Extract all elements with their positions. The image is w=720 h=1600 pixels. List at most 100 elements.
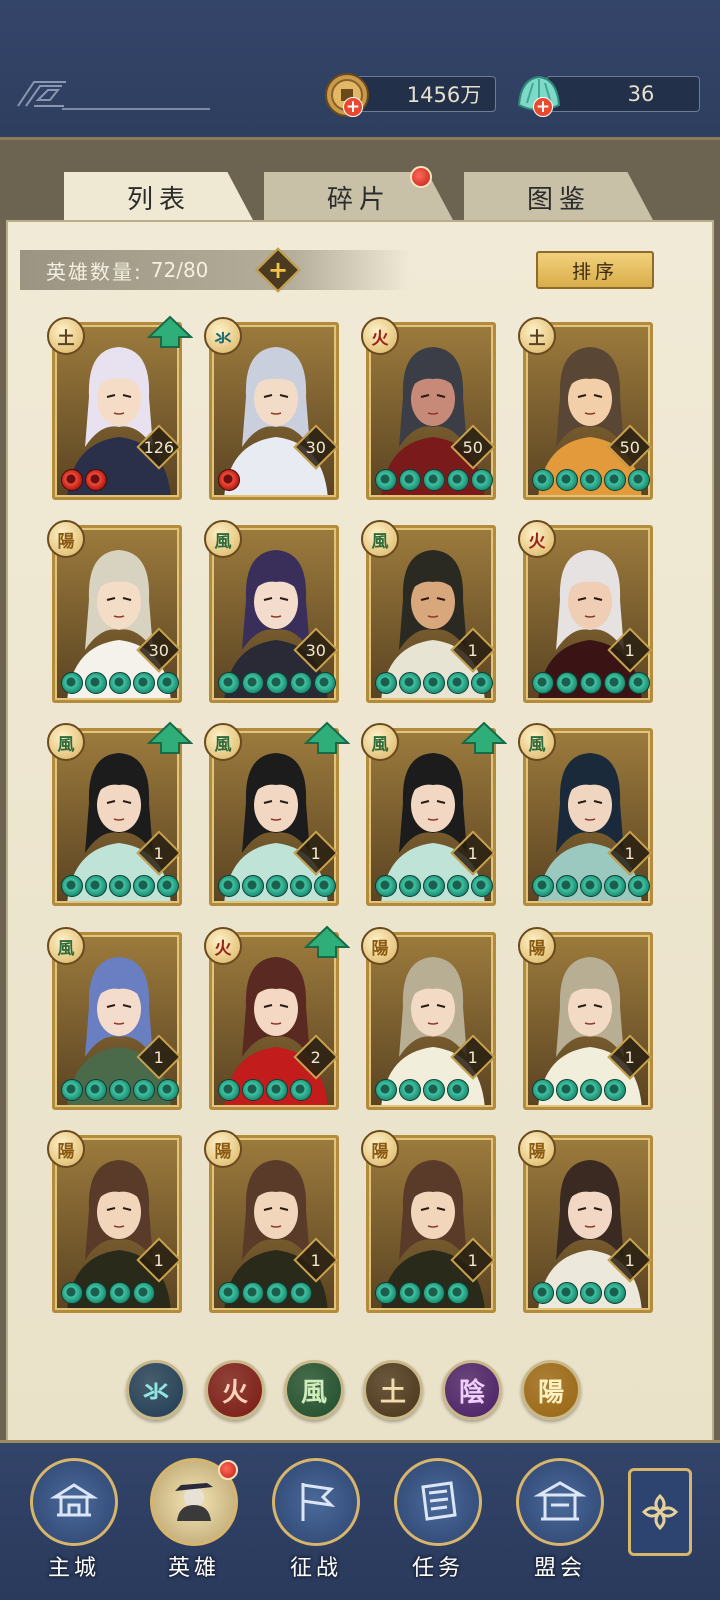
star-coin-icon	[61, 469, 83, 491]
hero-star-rating	[375, 1282, 469, 1308]
star-coin-icon	[604, 469, 626, 491]
star-coin-icon	[61, 672, 83, 694]
nav-icon-circle	[516, 1458, 604, 1546]
tab-atlas[interactable]: 图鉴	[464, 172, 654, 222]
hero-level: 50	[619, 437, 641, 457]
hero-star-rating	[375, 875, 493, 901]
star-coin-icon	[157, 672, 179, 694]
star-coin-icon	[218, 469, 240, 491]
hero-star-rating	[218, 875, 336, 901]
star-coin-icon	[604, 672, 626, 694]
hero-card[interactable]: 風1	[47, 721, 193, 906]
hero-card[interactable]: 氺 30	[204, 317, 339, 500]
star-coin-icon	[61, 1079, 83, 1101]
star-coin-icon	[290, 875, 312, 897]
filter-earth-button[interactable]: 土	[363, 1360, 423, 1420]
hero-level: 1	[153, 843, 165, 863]
filter-fire-button[interactable]: 火	[205, 1360, 265, 1420]
star-coin-icon	[290, 672, 312, 694]
hero-level: 1	[624, 1047, 636, 1067]
filter-water-button[interactable]: 氺	[126, 1360, 186, 1420]
star-coin-icon	[85, 1079, 107, 1101]
star-coin-icon	[556, 1282, 578, 1304]
element-badge-yang: 陽	[361, 927, 399, 965]
hero-card[interactable]: 風1	[361, 520, 496, 703]
nav-item-task-scroll[interactable]: 任务	[390, 1458, 486, 1590]
star-coin-icon	[399, 875, 421, 897]
hero-card[interactable]: 風1	[204, 721, 350, 906]
nav-icon-circle	[272, 1458, 360, 1546]
four-petal-menu-icon	[641, 1493, 679, 1531]
upgrade-arrow-icon	[304, 721, 350, 754]
star-coin-icon	[133, 672, 155, 694]
filter-wind-button[interactable]: 風	[284, 1360, 344, 1420]
star-coin-icon	[218, 672, 240, 694]
hero-card[interactable]: 陽1	[518, 927, 653, 1110]
star-coin-icon	[604, 1282, 626, 1304]
hero-count-label: 英雄数量:	[46, 259, 143, 284]
hero-level: 1	[153, 1250, 165, 1270]
hero-card[interactable]: 陽1	[361, 1130, 496, 1313]
star-coin-icon	[61, 875, 83, 897]
hero-card[interactable]: 陽1	[518, 1130, 653, 1313]
filter-yang-button[interactable]: 陽	[521, 1360, 581, 1420]
nav-item-campaign-banner[interactable]: 征战	[268, 1458, 364, 1590]
hero-card[interactable]: 風1	[361, 721, 507, 906]
star-coin-icon	[556, 1079, 578, 1101]
hero-card[interactable]: 火2	[204, 925, 350, 1110]
star-coin-icon	[532, 1282, 554, 1304]
nav-item-city-gate[interactable]: 主城	[26, 1458, 122, 1590]
hero-card[interactable]: 土 126	[47, 315, 193, 500]
star-coin-icon	[580, 469, 602, 491]
hero-card[interactable]: 風1	[518, 723, 653, 906]
star-coin-icon	[399, 469, 421, 491]
nav-item-hero-portrait[interactable]: 英雄	[146, 1458, 242, 1590]
star-coin-icon	[218, 1282, 240, 1304]
hero-level: 1	[624, 1250, 636, 1270]
hero-level: 1	[624, 843, 636, 863]
star-coin-icon	[604, 1079, 626, 1101]
star-coin-icon	[532, 875, 554, 897]
hero-card[interactable]: 陽1	[361, 927, 496, 1110]
hero-star-rating	[375, 469, 493, 495]
element-badge-yang: 陽	[518, 1130, 556, 1168]
nav-item-alliance-pavilion[interactable]: 盟会	[512, 1458, 608, 1590]
element-badge-wind: 風	[204, 723, 242, 761]
star-coin-icon	[447, 469, 469, 491]
star-coin-icon	[157, 1079, 179, 1101]
jade-value: 36	[627, 82, 655, 106]
hero-card[interactable]: 風1	[47, 927, 182, 1110]
element-badge-wind: 風	[518, 723, 556, 761]
star-coin-icon	[314, 875, 336, 897]
more-menu-button[interactable]	[628, 1468, 692, 1556]
campaign-banner-icon	[301, 1483, 336, 1521]
nav-icon-circle	[30, 1458, 118, 1546]
jade-counter[interactable]: + 36	[517, 75, 700, 117]
tab-list[interactable]: 列表	[64, 172, 254, 222]
hero-star-rating	[61, 672, 179, 698]
filter-yin-button[interactable]: 陰	[442, 1360, 502, 1420]
alliance-pavilion-icon	[533, 1481, 587, 1521]
hero-card[interactable]: 陽1	[47, 1130, 182, 1313]
sort-button[interactable]: 排序	[536, 251, 654, 289]
hero-card[interactable]: 土 50	[518, 317, 653, 500]
hero-card[interactable]: 火 50	[361, 317, 496, 500]
star-coin-icon	[133, 1079, 155, 1101]
coin-counter[interactable]: + 1456万	[325, 73, 496, 117]
hero-card[interactable]: 火1	[518, 520, 653, 703]
hero-card[interactable]: 陽 30	[47, 520, 182, 703]
hero-level: 126	[143, 437, 175, 457]
star-coin-icon	[447, 672, 469, 694]
star-coin-icon	[375, 672, 397, 694]
hero-count: 英雄数量: 72/80	[20, 250, 410, 290]
star-coin-icon	[447, 1282, 469, 1304]
hero-star-rating	[61, 1282, 155, 1308]
element-badge-fire: 火	[361, 317, 399, 355]
hero-card[interactable]: 陽1	[204, 1130, 339, 1313]
star-coin-icon	[580, 875, 602, 897]
hero-card[interactable]: 風 30	[204, 520, 339, 703]
hero-level: 1	[310, 843, 322, 863]
hero-level: 50	[462, 437, 484, 457]
top-bar: + 1456万 + 36	[0, 0, 720, 140]
star-coin-icon	[266, 1079, 288, 1101]
